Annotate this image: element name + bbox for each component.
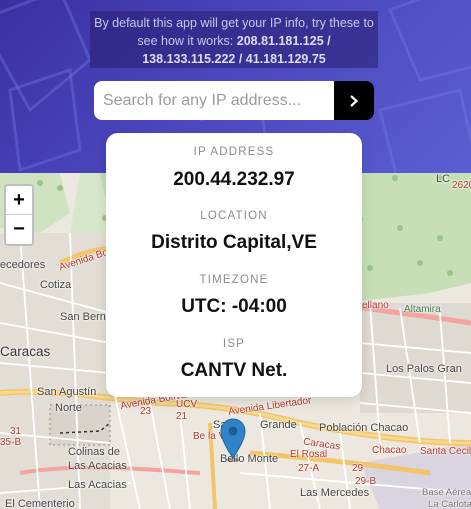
map-label-road-2620: 2620 xyxy=(452,180,471,191)
search-form xyxy=(94,81,374,120)
timezone-label: TIMEZONE xyxy=(199,274,269,286)
hint-box: By default this app will get your IP inf… xyxy=(90,11,378,68)
map-label-la-carlota: La Carlota xyxy=(428,499,471,509)
chevron-right-icon xyxy=(350,94,359,107)
ip-search-input[interactable] xyxy=(94,81,334,120)
map-pin-icon[interactable] xyxy=(220,418,246,462)
map-label-road-35b: 35-B xyxy=(0,437,22,448)
map-label-san-bern: San Bern xyxy=(60,311,106,323)
map-label-los-palos-grandes: Los Palos Gran xyxy=(386,363,462,375)
zoom-control: + − xyxy=(4,184,34,246)
zoom-out-button[interactable]: − xyxy=(6,215,32,244)
map-label-road-21: 21 xyxy=(176,411,188,422)
map-label-altamira: Altamira xyxy=(404,304,441,315)
ip-address-label: IP ADDRESS xyxy=(193,146,275,158)
isp-label: ISP xyxy=(222,338,246,350)
map-label-san-agustin: San Agustín xyxy=(37,386,97,398)
isp-value: CANTV Net. xyxy=(180,360,288,381)
hint-text: By default this app will get your IP inf… xyxy=(94,16,374,48)
map-label-road-29: 29 xyxy=(352,463,364,474)
timezone-value: UTC: -04:00 xyxy=(181,296,287,317)
map-label-el-rosal: El Rosal xyxy=(290,449,328,460)
map-label-road-31: 31 xyxy=(10,426,22,437)
ip-address-value: 200.44.232.97 xyxy=(173,169,295,190)
map-label-road-23: 23 xyxy=(140,406,152,417)
map-label-road-29b: 29-B xyxy=(355,476,377,487)
map-label-cotiza: Cotiza xyxy=(40,279,72,291)
map-label-chacao: Chacao xyxy=(372,445,407,456)
map-label-las-mercedes: Las Mercedes xyxy=(300,487,370,499)
search-submit-button[interactable] xyxy=(334,81,374,120)
map-label-road-lc: LC xyxy=(436,173,451,185)
map-label-sabana-grande-right: Grande xyxy=(260,419,297,431)
location-label: LOCATION xyxy=(200,210,268,222)
map-label-poblacion-chacao: Población Chacao xyxy=(319,422,409,434)
map-label-caracas: Caracas xyxy=(0,344,51,359)
map-label-road-27a: 27-A xyxy=(298,463,320,474)
location-value: Distrito Capital,VE xyxy=(151,232,317,253)
zoom-in-button[interactable]: + xyxy=(6,186,32,215)
map-label-base-aerea: Base Aérea xyxy=(422,487,471,498)
map-label-santa-cecilia: Santa Cecil xyxy=(420,446,471,457)
map-label-ucv: UCV xyxy=(176,399,198,410)
map-label-ellano: ellano xyxy=(362,300,389,311)
map-label-colinas-1: Colinas de xyxy=(68,446,120,458)
map-label-norte: Norte xyxy=(55,402,82,414)
map-label-colinas-2: Las Acacias xyxy=(68,460,127,472)
ip-info-card: IP ADDRESS 200.44.232.97 LOCATION Distri… xyxy=(106,133,362,397)
map-label-ecedores: ecedores xyxy=(0,259,46,271)
map-label-el-cementerio: El Cementerio xyxy=(5,498,75,509)
map-label-las-acacias: Las Acacias xyxy=(68,479,127,491)
